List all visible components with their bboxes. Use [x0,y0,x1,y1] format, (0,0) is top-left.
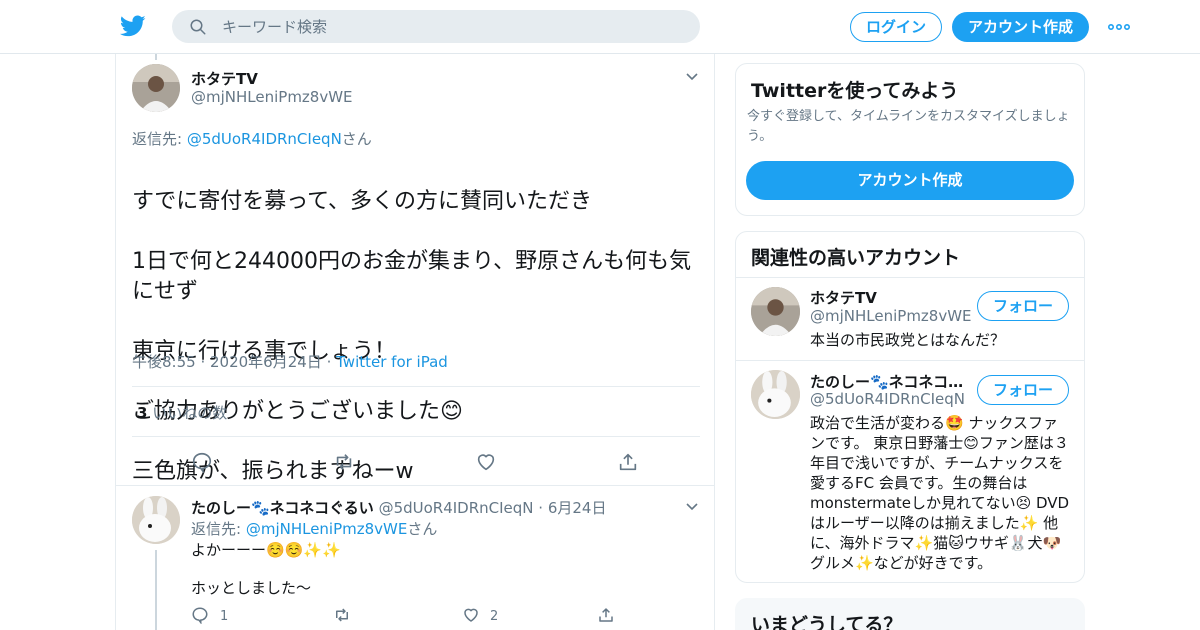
retweet-icon[interactable] [333,451,355,473]
likes-label: いいねの数 [152,404,228,422]
account-bio: 政治で生活が変わる🤩 ナックスファンです。 東京日野藩士😊ファン歴は３年目で浅い… [810,414,1070,572]
account-handle[interactable]: @mjNHLeniPmz8vWE [810,307,972,325]
tweet-text-line: 1日で何と244000円のお金が集まり、野原さんも何も気にせず [132,249,692,304]
account-name[interactable]: ホタテTV [810,287,970,308]
reply-icon[interactable] [191,451,213,473]
meta-separator: · [195,353,210,371]
rabbit-avatar-icon [132,496,180,544]
divider [736,277,1084,278]
signup-card-description: 今すぐ登録して、タイムラインをカスタマイズしましょう。 [747,109,1070,144]
tweet-metadata: 午後8:55 · 2020年6月24日 · Twitter for iPad [132,351,448,372]
rabbit-avatar-icon [751,370,800,419]
reply-text: よかーーー☺️☺️✨✨ ホッとしました〜 [191,541,341,597]
signup-card-title: Twitterを使ってみよう [751,80,959,102]
account-name[interactable]: たのしー🐾ネコネコぐるい [810,371,965,392]
thread-connector-line [155,54,157,60]
tweet-date[interactable]: 2020年6月24日 [210,353,322,371]
follow-button[interactable]: フォロー [977,375,1069,405]
follow-button[interactable]: フォロー [977,291,1069,321]
tweet-author-name[interactable]: ホタテTV [191,68,258,89]
tweet-source-link[interactable]: Twitter for iPad [336,353,448,371]
account-bio: 本当の市民政党とはなんだ？ [810,331,1006,349]
search-icon [190,19,206,35]
avatar[interactable] [751,287,800,336]
reply-icon[interactable] [191,606,209,624]
reply-header: たのしー🐾ネコネコぐるい @5dUoR4IDRnCIeqN · 6月24日 [191,497,606,518]
reply-to-suffix: さん [407,520,438,538]
divider [736,360,1084,361]
signup-card-button[interactable]: アカウント作成 [746,161,1074,200]
related-accounts-card: 関連性の高いアカウント ホタテTV @mjNHLeniPmz8vWE フォロー … [735,231,1085,583]
divider [132,386,700,387]
more-options-icon[interactable] [1108,23,1130,31]
search-box[interactable] [172,10,700,43]
tweet-time[interactable]: 午後8:55 [132,353,196,371]
signup-promo-card: Twitterを使ってみよう 今すぐ登録して、タイムラインをカスタマイズしましょ… [735,63,1085,216]
login-button[interactable]: ログイン [850,12,942,42]
share-icon[interactable] [617,451,639,473]
reply-author-handle[interactable]: @5dUoR4IDRnCIeqN [379,499,534,517]
trending-title: いまどうしてる？ [751,614,903,630]
reply-author-name[interactable]: たのしー🐾ネコネコぐるい [191,499,374,517]
tweet-thread-column: ホタテTV @mjNHLeniPmz8vWE 返信先: @5dUoR4IDRnC… [115,54,715,630]
reply-date[interactable]: 6月24日 [548,499,607,517]
person-avatar-icon [132,64,180,112]
reply-to-line: 返信先: @mjNHLeniPmz8vWEさん [191,518,437,539]
like-count: 2 [490,609,499,624]
likes-count: 3 [137,404,148,422]
reply-to-handle-link[interactable]: @5dUoR4IDRnCIeqN [187,130,342,148]
person-avatar-icon [751,287,800,336]
account-handle[interactable]: @5dUoR4IDRnCIeqN [810,390,965,408]
like-heart-icon[interactable] [475,451,497,473]
thread-connector-line [155,550,157,630]
search-input[interactable] [222,15,682,38]
retweet-icon[interactable] [333,606,351,624]
related-accounts-title: 関連性の高いアカウント [751,247,961,269]
top-navigation-bar: ログイン アカウント作成 [0,0,1200,54]
twitter-bird-logo-icon[interactable] [120,13,146,39]
meta-separator: · [533,499,548,517]
avatar[interactable] [751,370,800,419]
reply-to-suffix: さん [341,130,372,148]
reply-to-prefix: 返信先: [132,130,187,148]
reply-to-handle-link[interactable]: @mjNHLeniPmz8vWE [246,520,408,538]
signup-button[interactable]: アカウント作成 [952,12,1089,42]
divider [116,485,714,486]
like-heart-icon[interactable] [462,606,480,624]
chevron-down-icon[interactable] [685,72,699,82]
meta-separator: · [321,353,337,371]
avatar[interactable] [132,64,180,112]
divider [132,436,700,437]
reply-count: 1 [220,609,229,624]
reply-to-prefix: 返信先: [191,520,246,538]
likes-count-row[interactable]: 3 いいねの数 [137,402,227,423]
trending-card: いまどうしてる？ [735,598,1085,630]
chevron-down-icon[interactable] [685,502,699,512]
avatar[interactable] [132,496,180,544]
tweet-author-handle[interactable]: @mjNHLeniPmz8vWE [191,88,353,106]
share-icon[interactable] [597,606,615,624]
reply-to-line: 返信先: @5dUoR4IDRnCIeqNさん [132,128,372,149]
tweet-text-line: すでに寄付を募って、多くの方に賛同いただき [132,189,593,214]
